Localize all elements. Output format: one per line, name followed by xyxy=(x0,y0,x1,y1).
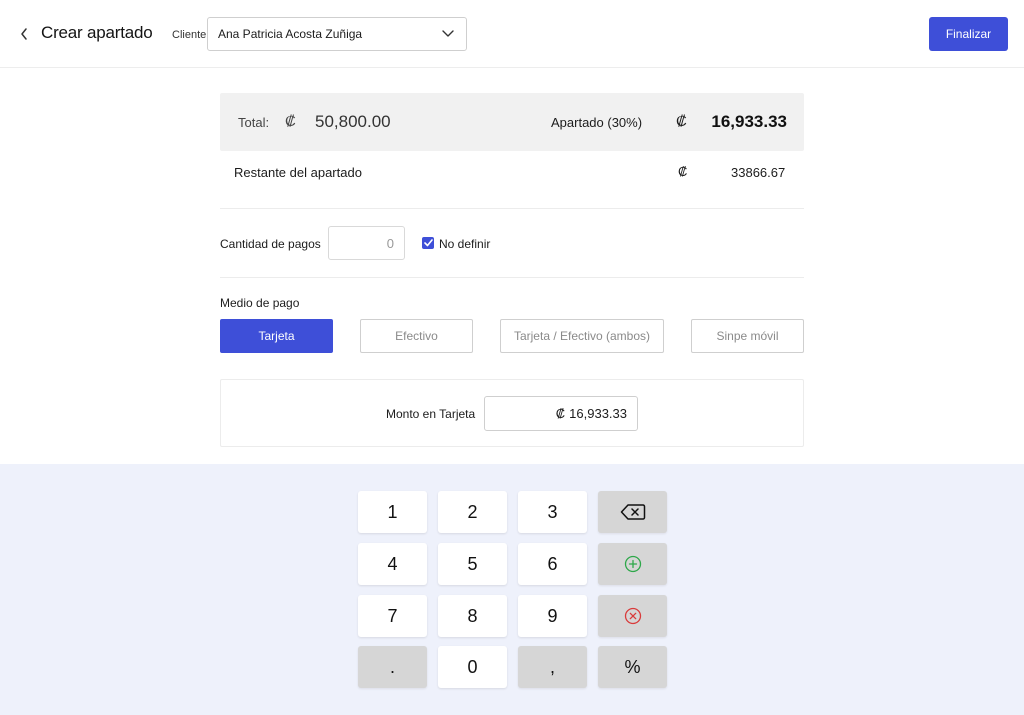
divider xyxy=(220,277,804,278)
key-backspace[interactable] xyxy=(598,491,667,533)
top-bar: Crear apartado Cliente Ana Patricia Acos… xyxy=(0,0,1024,68)
restante-label: Restante del apartado xyxy=(234,165,362,180)
key-percent[interactable]: % xyxy=(598,646,667,688)
total-currency-symbol: ₡ xyxy=(285,113,296,130)
divider xyxy=(220,208,804,209)
key-8[interactable]: 8 xyxy=(438,595,507,637)
finalize-button[interactable]: Finalizar xyxy=(929,17,1008,51)
key-9[interactable]: 9 xyxy=(518,595,587,637)
apartado-value: 16,933.33 xyxy=(711,112,787,131)
payment-option-efectivo[interactable]: Efectivo xyxy=(360,319,473,353)
medio-label: Medio de pago xyxy=(220,296,300,310)
key-3[interactable]: 3 xyxy=(518,491,587,533)
key-2[interactable]: 2 xyxy=(438,491,507,533)
client-select-value: Ana Patricia Acosta Zuñiga xyxy=(218,27,363,41)
plus-circle-icon xyxy=(624,555,641,573)
restante-currency-symbol: ₡ xyxy=(678,164,688,179)
total-value: 50,800.00 xyxy=(315,112,391,131)
apartado-currency-symbol: ₡ xyxy=(676,113,687,130)
key-0[interactable]: 0 xyxy=(438,646,507,688)
page-title: Crear apartado xyxy=(41,23,153,42)
summary-panel: Total: ₡ 50,800.00 Apartado (30%) ₡ 16,9… xyxy=(220,93,804,151)
apartado-label: Apartado (30%) xyxy=(551,115,643,130)
key-7[interactable]: 7 xyxy=(358,595,427,637)
key-add[interactable] xyxy=(598,543,667,585)
client-select[interactable]: Ana Patricia Acosta Zuñiga xyxy=(207,17,467,51)
key-dot[interactable]: . xyxy=(358,646,427,688)
keypad-area xyxy=(0,464,1024,715)
backspace-icon xyxy=(620,504,645,520)
monto-value: 16,933.33 xyxy=(569,406,627,421)
x-circle-icon xyxy=(624,607,641,625)
key-1[interactable]: 1 xyxy=(358,491,427,533)
total-label: Total: xyxy=(238,115,270,130)
key-remove[interactable] xyxy=(598,595,667,637)
key-6[interactable]: 6 xyxy=(518,543,587,585)
no-definir-label[interactable]: No definir xyxy=(439,237,490,251)
client-label: Cliente xyxy=(172,29,207,41)
restante-value: 33866.67 xyxy=(731,165,786,180)
key-4[interactable]: 4 xyxy=(358,543,427,585)
monto-input[interactable]: ₡ 16,933.33 xyxy=(484,396,638,431)
payment-option-ambos[interactable]: Tarjeta / Efectivo (ambos) xyxy=(500,319,664,353)
cantidad-input[interactable]: 0 xyxy=(328,226,405,260)
key-5[interactable]: 5 xyxy=(438,543,507,585)
no-definir-checkbox[interactable] xyxy=(422,237,434,249)
cantidad-label: Cantidad de pagos xyxy=(220,237,321,251)
key-comma[interactable]: , xyxy=(518,646,587,688)
check-icon xyxy=(423,239,433,247)
monto-label: Monto en Tarjeta xyxy=(386,407,476,421)
monto-currency-symbol: ₡ xyxy=(555,406,566,421)
payment-option-tarjeta[interactable]: Tarjeta xyxy=(220,319,333,353)
payment-option-sinpe[interactable]: Sinpe móvil xyxy=(691,319,804,353)
chevron-down-icon xyxy=(442,30,454,37)
chevron-left-icon[interactable] xyxy=(14,24,34,44)
